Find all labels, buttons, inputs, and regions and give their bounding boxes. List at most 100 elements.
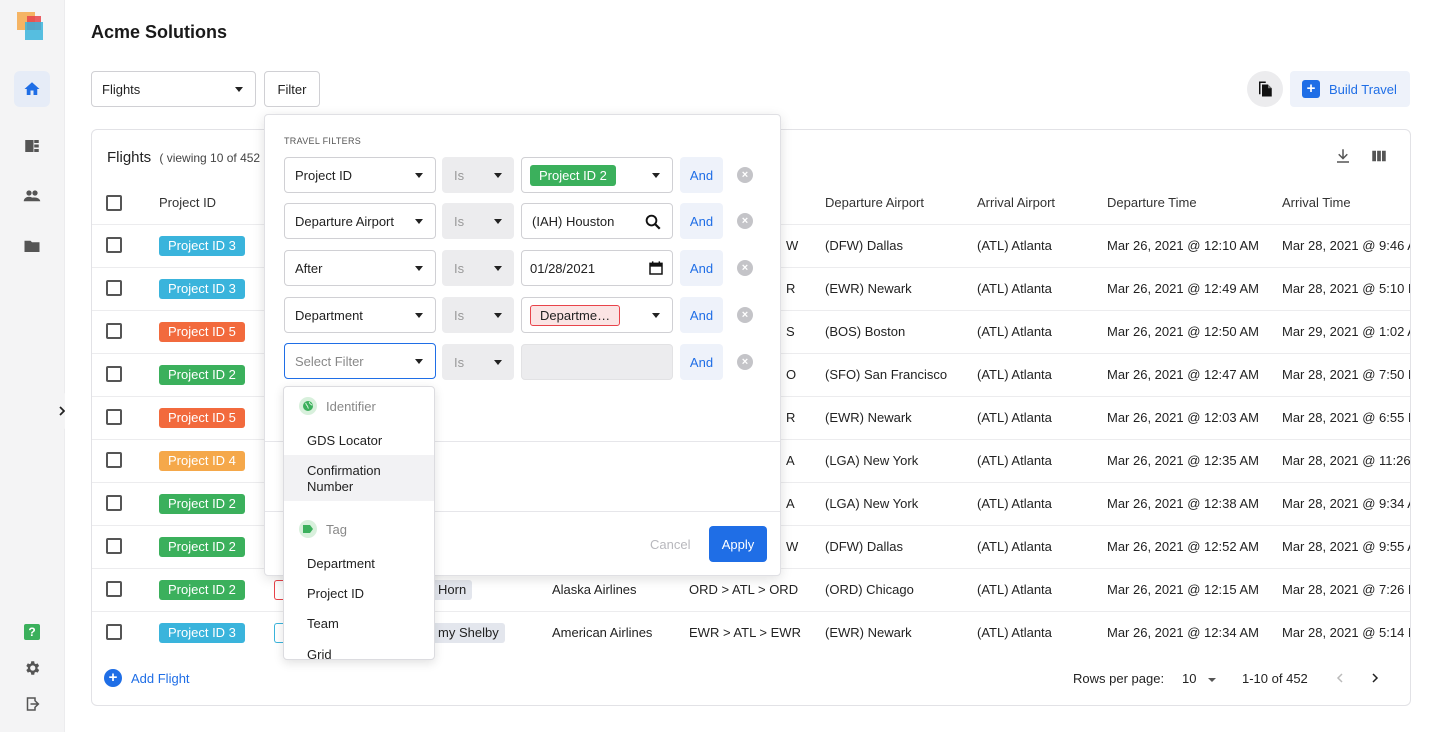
table-title: Flights ( viewing 10 of 452 <box>107 149 260 166</box>
and-button-2[interactable]: And <box>680 203 723 239</box>
route-cell: A <box>786 496 795 511</box>
row-checkbox[interactable] <box>106 624 122 640</box>
column-arrival-airport[interactable]: Arrival Airport <box>977 195 1055 210</box>
row-checkbox[interactable] <box>106 366 122 382</box>
row-checkbox[interactable] <box>106 495 122 511</box>
filter-operator-select-3[interactable]: Is <box>442 250 514 286</box>
arrival-time-cell: Mar 28, 2021 @ 9:46 A <box>1282 238 1411 253</box>
filter-button[interactable]: Filter <box>264 71 320 107</box>
departure-airport-cell: (LGA) New York <box>825 453 919 468</box>
filter-operator-select-1[interactable]: Is <box>442 157 514 193</box>
column-project-id[interactable]: Project ID <box>159 195 216 210</box>
settings-button[interactable] <box>14 650 50 686</box>
row-checkbox[interactable] <box>106 409 122 425</box>
arrival-airport-cell: (ATL) Atlanta <box>977 582 1052 597</box>
row-checkbox[interactable] <box>106 538 122 554</box>
filter-field-select-4[interactable]: Department <box>284 297 436 333</box>
logout-button[interactable] <box>14 686 50 722</box>
remove-filter-icon[interactable]: × <box>737 307 753 323</box>
project-tag: Project ID 2 <box>159 365 245 385</box>
columns-icon[interactable] <box>1370 147 1388 165</box>
route-cell: R <box>786 281 796 296</box>
filter-date-input-3[interactable]: 01/28/2021 <box>521 250 673 286</box>
filter-field-select-1[interactable]: Project ID <box>284 157 436 193</box>
project-tag: Project ID 5 <box>159 408 245 428</box>
filter-value-input-2[interactable]: (IAH) Houston <box>521 203 673 239</box>
dropdown-group-label: Tag <box>326 521 347 537</box>
remove-filter-icon[interactable]: × <box>737 167 753 183</box>
and-button-4[interactable]: And <box>680 297 723 333</box>
rows-per-page-label: Rows per page: <box>1073 671 1165 686</box>
prev-page-icon[interactable] <box>1334 672 1346 684</box>
dropdown-item-gds-locator[interactable]: GDS Locator <box>284 433 434 448</box>
remove-filter-icon[interactable]: × <box>737 213 753 229</box>
filter-value-input-5[interactable] <box>521 344 673 380</box>
filter-field-select-3[interactable]: After <box>284 250 436 286</box>
rows-per-page-select[interactable]: 10 <box>1182 671 1217 686</box>
project-tag: Project ID 3 <box>159 623 245 643</box>
row-checkbox[interactable] <box>106 581 122 597</box>
airline-cell: American Airlines <box>552 625 653 640</box>
departure-time-cell: Mar 26, 2021 @ 12:50 AM <box>1107 324 1259 339</box>
arrival-airport-cell: (ATL) Atlanta <box>977 453 1052 468</box>
dashboard-button[interactable] <box>14 128 50 164</box>
filter-field-value: Department <box>295 307 363 323</box>
filter-operator-select-2[interactable]: Is <box>442 203 514 239</box>
dropdown-item-department[interactable]: Department <box>284 556 434 571</box>
column-departure-time[interactable]: Departure Time <box>1107 195 1197 210</box>
document-copy-icon <box>1259 81 1272 97</box>
next-page-icon[interactable] <box>1369 672 1381 684</box>
cancel-button[interactable]: Cancel <box>650 537 690 552</box>
column-arrival-time[interactable]: Arrival Time <box>1282 195 1351 210</box>
filter-value-select-1[interactable]: Project ID 2 <box>521 157 673 193</box>
and-button-3[interactable]: And <box>680 250 723 286</box>
and-button-1[interactable]: And <box>680 157 723 193</box>
caret-down-icon <box>652 313 660 318</box>
filter-value-tag: Project ID 2 <box>530 164 616 186</box>
download-icon[interactable] <box>1334 147 1352 165</box>
filter-operator-select-4[interactable]: Is <box>442 297 514 333</box>
departure-time-cell: Mar 26, 2021 @ 12:03 AM <box>1107 410 1259 425</box>
filter-field-value: After <box>295 260 323 276</box>
remove-filter-icon[interactable]: × <box>737 354 753 370</box>
project-tag: Project ID 5 <box>159 322 245 342</box>
caret-down-icon <box>235 87 243 92</box>
arrival-time-cell: Mar 28, 2021 @ 5:14 Pl <box>1282 625 1411 640</box>
logout-icon <box>26 697 40 711</box>
row-checkbox[interactable] <box>106 280 122 296</box>
departure-time-cell: Mar 26, 2021 @ 12:47 AM <box>1107 367 1259 382</box>
select-all-checkbox[interactable] <box>106 195 122 211</box>
home-button[interactable] <box>14 71 50 107</box>
build-travel-button[interactable]: + Build Travel <box>1290 71 1410 107</box>
row-checkbox[interactable] <box>106 323 122 339</box>
filter-operator-value: Is <box>454 167 465 183</box>
row-checkbox[interactable] <box>106 237 122 253</box>
add-flight-button[interactable]: + Add Flight <box>104 669 190 687</box>
caret-down-icon <box>494 360 502 365</box>
filter-operator-select-5[interactable]: Is <box>442 344 514 380</box>
remove-filter-icon[interactable]: × <box>737 260 753 276</box>
row-checkbox[interactable] <box>106 452 122 468</box>
page-title: Acme Solutions <box>91 22 228 42</box>
people-button[interactable] <box>14 178 50 214</box>
dropdown-item-grid[interactable]: Grid <box>284 647 434 659</box>
and-button-5[interactable]: And <box>680 344 723 380</box>
departure-time-cell: Mar 26, 2021 @ 12:38 AM <box>1107 496 1259 511</box>
caret-down-icon <box>415 219 423 224</box>
dropdown-item-team[interactable]: Team <box>284 616 434 631</box>
project-tag: Project ID 2 <box>159 580 245 600</box>
dropdown-item-confirmation-number[interactable]: Confirmation Number <box>284 455 434 501</box>
column-departure-airport[interactable]: Departure Airport <box>825 195 924 210</box>
filter-value-select-4[interactable]: Departme… <box>521 297 673 333</box>
copy-document-button[interactable] <box>1247 71 1283 107</box>
folder-icon <box>24 240 40 252</box>
apply-button[interactable]: Apply <box>709 526 767 562</box>
help-button[interactable]: ? <box>14 614 50 650</box>
filter-options-dropdown: Identifier GDS Locator Confirmation Numb… <box>283 386 435 660</box>
dropdown-item-project-id[interactable]: Project ID <box>284 586 434 601</box>
folder-button[interactable] <box>14 228 50 264</box>
filter-field-select-2[interactable]: Departure Airport <box>284 203 436 239</box>
select-filter-dropdown[interactable]: Select Filter <box>284 343 436 379</box>
view-select[interactable]: Flights <box>91 71 256 107</box>
filter-field-value: Project ID <box>295 167 353 183</box>
